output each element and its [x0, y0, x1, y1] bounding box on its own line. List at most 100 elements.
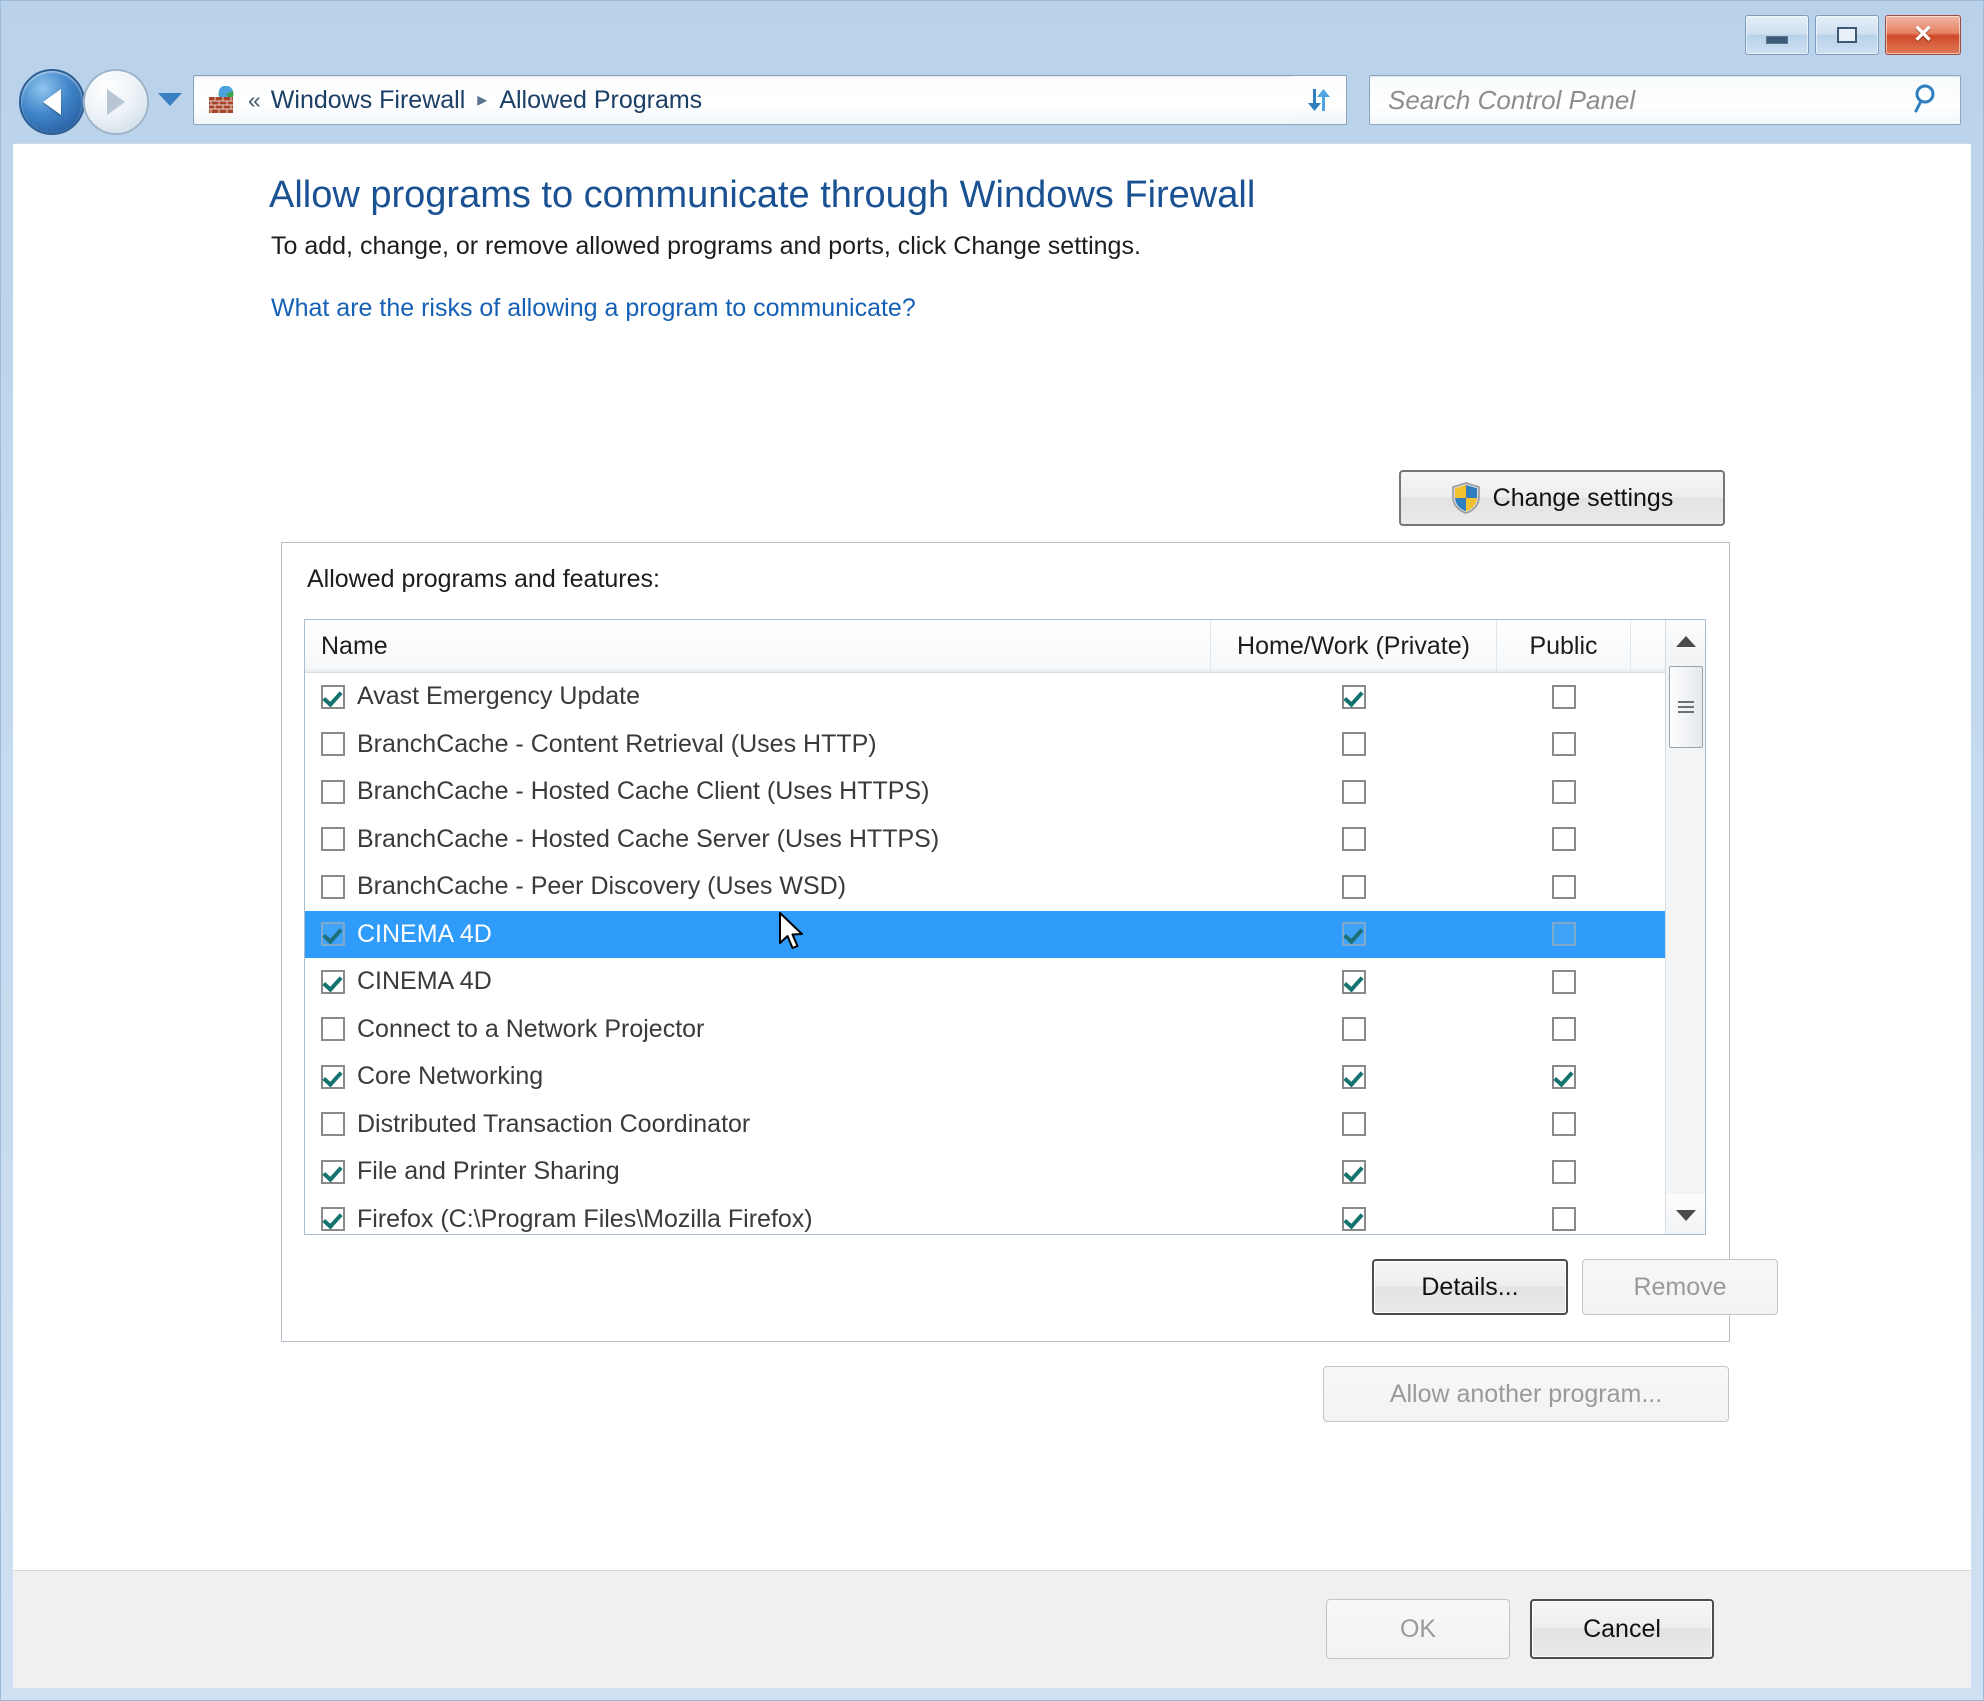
refresh-button[interactable]: [1291, 75, 1347, 125]
row-private-checkbox[interactable]: [1342, 1017, 1366, 1042]
allowed-programs-list[interactable]: Name Home/Work (Private) Public Avast Em…: [304, 619, 1706, 1235]
row-public-checkbox[interactable]: [1552, 779, 1576, 804]
row-enabled-checkbox[interactable]: [321, 1112, 345, 1137]
row-private-checkbox[interactable]: [1342, 969, 1366, 994]
remove-button[interactable]: Remove: [1582, 1259, 1778, 1315]
row-public-cell: [1497, 1112, 1631, 1137]
row-public-checkbox[interactable]: [1552, 1207, 1576, 1232]
column-header-home-work-private[interactable]: Home/Work (Private): [1211, 620, 1497, 672]
allow-another-program-button[interactable]: Allow another program...: [1323, 1366, 1729, 1422]
change-settings-button[interactable]: Change settings: [1399, 470, 1725, 526]
table-row[interactable]: Distributed Transaction Coordinator: [305, 1101, 1705, 1149]
chevron-up-icon: [1676, 635, 1696, 647]
table-row[interactable]: Firefox (C:\Program Files\Mozilla Firefo…: [305, 1196, 1705, 1235]
row-name-label: Firefox (C:\Program Files\Mozilla Firefo…: [357, 1204, 813, 1233]
table-row[interactable]: CINEMA 4D: [305, 910, 1705, 958]
row-private-checkbox[interactable]: [1342, 779, 1366, 804]
risks-help-link[interactable]: What are the risks of allowing a program…: [271, 294, 916, 323]
row-enabled-checkbox[interactable]: [321, 1159, 345, 1184]
recent-pages-dropdown-icon[interactable]: [158, 93, 182, 106]
forward-button[interactable]: [83, 69, 149, 135]
scrollbar-grip-icon: [1678, 698, 1694, 716]
row-private-checkbox[interactable]: [1342, 684, 1366, 709]
firewall-window: ✕ « Windows Firewall ▸ Allowed Programs …: [0, 0, 1984, 1701]
address-bar[interactable]: « Windows Firewall ▸ Allowed Programs: [193, 75, 1345, 125]
row-enabled-checkbox[interactable]: [321, 732, 345, 757]
window-controls: ✕: [1745, 15, 1961, 55]
back-button[interactable]: [19, 69, 85, 135]
row-private-cell: [1211, 779, 1497, 804]
row-private-cell: [1211, 732, 1497, 757]
table-row[interactable]: CINEMA 4D: [305, 958, 1705, 1006]
row-enabled-checkbox[interactable]: [321, 827, 345, 852]
table-row[interactable]: BranchCache - Peer Discovery (Uses WSD): [305, 863, 1705, 911]
ok-button[interactable]: OK: [1326, 1599, 1510, 1659]
scroll-down-button[interactable]: [1666, 1194, 1705, 1234]
close-button[interactable]: ✕: [1885, 15, 1961, 55]
table-row[interactable]: File and Printer Sharing: [305, 1148, 1705, 1196]
row-name-cell: BranchCache - Hosted Cache Server (Uses …: [305, 826, 1211, 852]
row-private-cell: [1211, 874, 1497, 899]
row-public-checkbox[interactable]: [1552, 1159, 1576, 1184]
table-row[interactable]: BranchCache - Content Retrieval (Uses HT…: [305, 721, 1705, 769]
scroll-up-button[interactable]: [1666, 620, 1705, 662]
search-box[interactable]: Search Control Panel: [1369, 75, 1961, 125]
row-public-checkbox[interactable]: [1552, 1017, 1576, 1042]
row-public-checkbox[interactable]: [1552, 827, 1576, 852]
row-public-checkbox[interactable]: [1552, 922, 1576, 947]
row-public-cell: [1497, 684, 1631, 709]
page-subtitle: To add, change, or remove allowed progra…: [271, 232, 1141, 260]
maximize-button[interactable]: [1815, 15, 1879, 55]
row-private-checkbox[interactable]: [1342, 827, 1366, 852]
column-header-public[interactable]: Public: [1497, 620, 1631, 672]
row-enabled-checkbox[interactable]: [321, 684, 345, 709]
column-header-name[interactable]: Name: [305, 620, 1211, 672]
row-public-checkbox[interactable]: [1552, 732, 1576, 757]
search-icon: [1910, 81, 1944, 120]
row-name-cell: BranchCache - Hosted Cache Client (Uses …: [305, 779, 1211, 804]
row-public-checkbox[interactable]: [1552, 874, 1576, 899]
table-row[interactable]: Core Networking: [305, 1053, 1705, 1101]
search-input[interactable]: Search Control Panel: [1388, 87, 1910, 113]
close-icon: ✕: [1912, 21, 1934, 48]
cancel-button[interactable]: Cancel: [1530, 1599, 1714, 1659]
row-private-checkbox[interactable]: [1342, 1207, 1366, 1232]
table-row[interactable]: BranchCache - Hosted Cache Client (Uses …: [305, 768, 1705, 816]
details-button[interactable]: Details...: [1372, 1259, 1568, 1315]
row-enabled-checkbox[interactable]: [321, 969, 345, 994]
row-enabled-checkbox[interactable]: [321, 1064, 345, 1089]
scrollbar-thumb[interactable]: [1669, 666, 1703, 748]
row-private-checkbox[interactable]: [1342, 1064, 1366, 1089]
minimize-button[interactable]: [1745, 15, 1809, 55]
row-public-checkbox[interactable]: [1552, 969, 1576, 994]
minimize-icon: [1766, 36, 1788, 44]
breadcrumb-item-windows-firewall[interactable]: Windows Firewall: [271, 88, 465, 113]
row-enabled-checkbox[interactable]: [321, 1017, 345, 1042]
row-private-checkbox[interactable]: [1342, 922, 1366, 947]
row-private-checkbox[interactable]: [1342, 732, 1366, 757]
row-public-checkbox[interactable]: [1552, 1112, 1576, 1137]
breadcrumb-item-allowed-programs[interactable]: Allowed Programs: [499, 88, 702, 113]
row-enabled-checkbox[interactable]: [321, 779, 345, 804]
row-public-checkbox[interactable]: [1552, 684, 1576, 709]
row-private-checkbox[interactable]: [1342, 874, 1366, 899]
row-name-label: Avast Emergency Update: [357, 682, 641, 711]
row-private-checkbox[interactable]: [1342, 1112, 1366, 1137]
row-enabled-checkbox[interactable]: [321, 922, 345, 947]
row-public-checkbox[interactable]: [1552, 1064, 1576, 1089]
list-vertical-scrollbar[interactable]: [1665, 620, 1705, 1234]
row-public-cell: [1497, 732, 1631, 757]
breadcrumb-overflow-chevron[interactable]: «: [248, 88, 261, 112]
row-enabled-checkbox[interactable]: [321, 874, 345, 899]
page-title: Allow programs to communicate through Wi…: [269, 174, 1256, 216]
table-row[interactable]: Avast Emergency Update: [305, 673, 1705, 721]
back-arrow-icon: [43, 89, 61, 115]
row-name-label: File and Printer Sharing: [357, 1157, 620, 1186]
details-label: Details...: [1421, 1272, 1519, 1301]
table-row[interactable]: Connect to a Network Projector: [305, 1006, 1705, 1054]
row-private-checkbox[interactable]: [1342, 1159, 1366, 1184]
row-enabled-checkbox[interactable]: [321, 1207, 345, 1232]
row-name-cell: CINEMA 4D: [305, 969, 1211, 994]
row-private-cell: [1211, 684, 1497, 709]
table-row[interactable]: BranchCache - Hosted Cache Server (Uses …: [305, 816, 1705, 864]
